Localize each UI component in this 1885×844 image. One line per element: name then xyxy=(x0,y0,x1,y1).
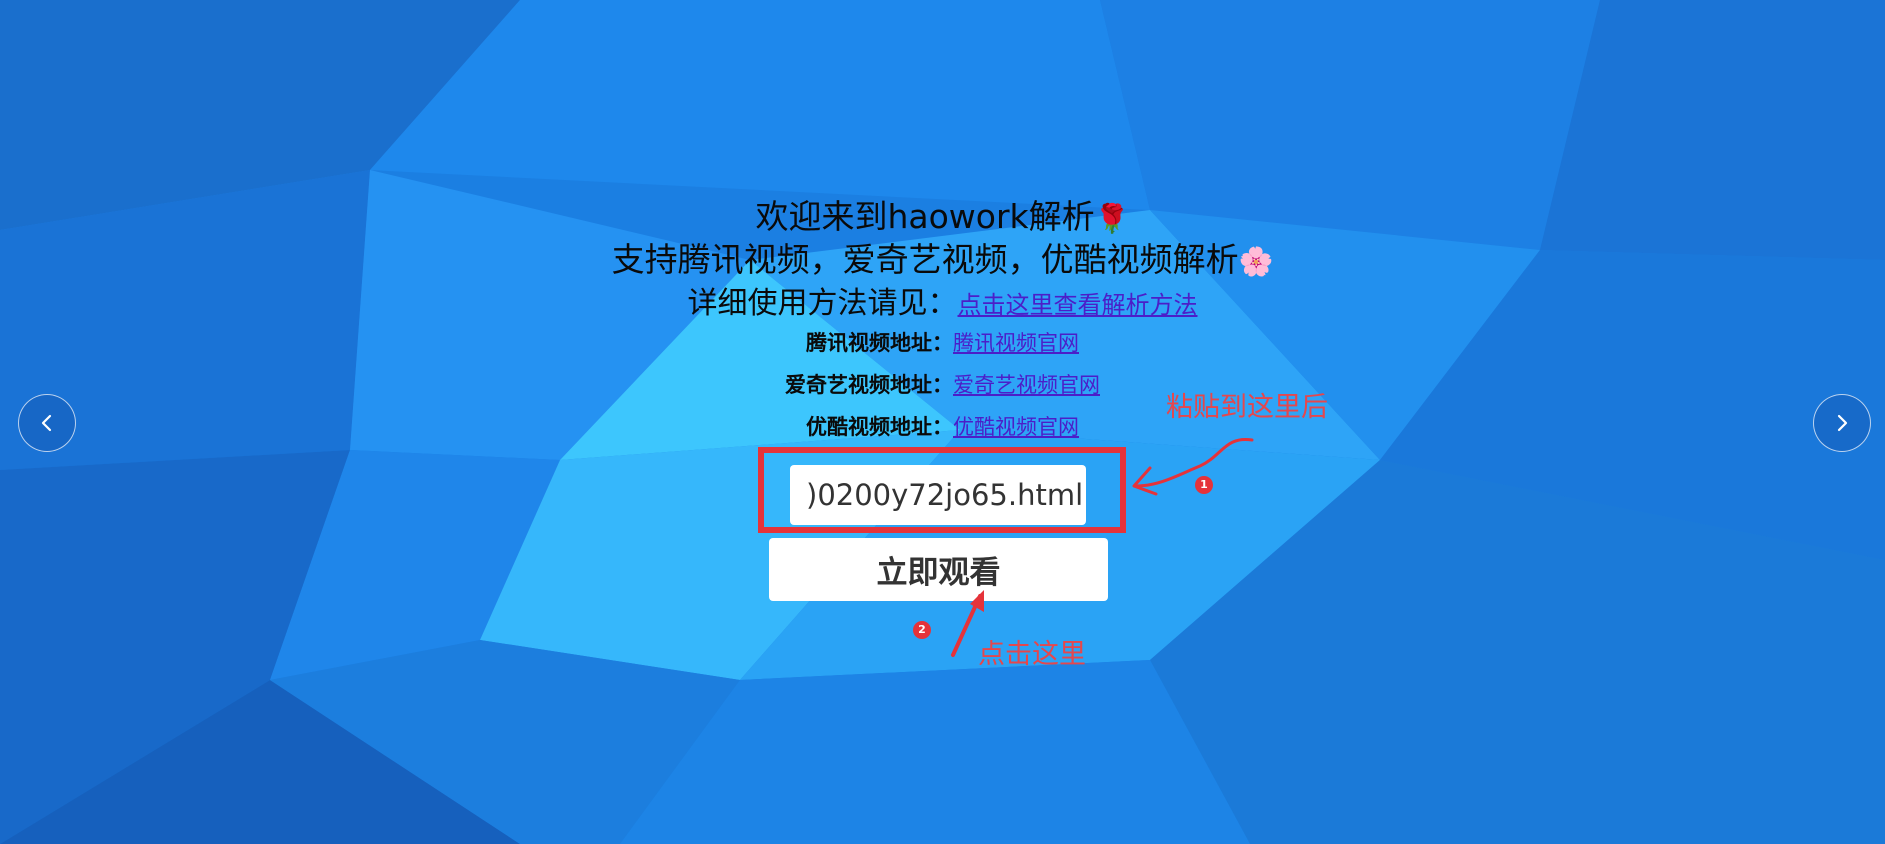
welcome-text: 欢迎来到haowork解析 xyxy=(755,197,1095,236)
paste-arrow xyxy=(1134,438,1254,488)
welcome-heading: 欢迎来到haowork解析🌹 xyxy=(0,190,1885,238)
watch-now-button[interactable]: 立即观看 xyxy=(769,538,1108,601)
chevron-right-icon xyxy=(1837,414,1848,432)
click-hint-text: 点击这里 xyxy=(978,639,1086,670)
site-row-youku: 优酷视频地址：优酷视频官网 xyxy=(0,411,1885,441)
video-url-input[interactable]: )0200y72jo65.html xyxy=(790,465,1086,525)
youku-official-link[interactable]: 优酷视频官网 xyxy=(953,415,1079,439)
site-label: 优酷视频地址： xyxy=(806,415,953,439)
page: 欢迎来到haowork解析🌹 支持腾讯视频，爱奇艺视频，优酷视频解析🌸 详细使用… xyxy=(0,0,1885,844)
blossom-icon: 🌸 xyxy=(1238,245,1274,278)
paste-hint-text: 粘贴到这里后 xyxy=(1166,392,1328,423)
carousel-next-button[interactable] xyxy=(1813,394,1871,452)
rose-icon: 🌹 xyxy=(1094,202,1130,235)
chevron-left-icon xyxy=(41,414,52,432)
click-arrow xyxy=(951,594,982,657)
step-badge-1: 1 xyxy=(1195,476,1213,494)
carousel-prev-button[interactable] xyxy=(18,394,76,452)
site-label: 爱奇艺视频地址： xyxy=(785,373,953,397)
site-label: 腾讯视频地址： xyxy=(806,331,953,355)
support-heading: 支持腾讯视频，爱奇艺视频，优酷视频解析🌸 xyxy=(0,233,1885,281)
support-text: 支持腾讯视频，爱奇艺视频，优酷视频解析 xyxy=(611,240,1239,279)
step-badge-2: 2 xyxy=(913,621,931,639)
detail-label: 详细使用方法请见： xyxy=(687,286,958,321)
site-row-tencent: 腾讯视频地址：腾讯视频官网 xyxy=(0,327,1885,357)
tencent-official-link[interactable]: 腾讯视频官网 xyxy=(953,331,1079,355)
detail-link[interactable]: 点击这里查看解析方法 xyxy=(958,291,1198,319)
paste-arrowhead xyxy=(1132,466,1158,496)
content: 欢迎来到haowork解析🌹 支持腾讯视频，爱奇艺视频，优酷视频解析🌸 详细使用… xyxy=(0,0,1885,844)
detail-row: 详细使用方法请见：点击这里查看解析方法 xyxy=(0,278,1885,322)
iqiyi-official-link[interactable]: 爱奇艺视频官网 xyxy=(953,373,1100,397)
site-row-iqiyi: 爱奇艺视频地址：爱奇艺视频官网 xyxy=(0,369,1885,399)
